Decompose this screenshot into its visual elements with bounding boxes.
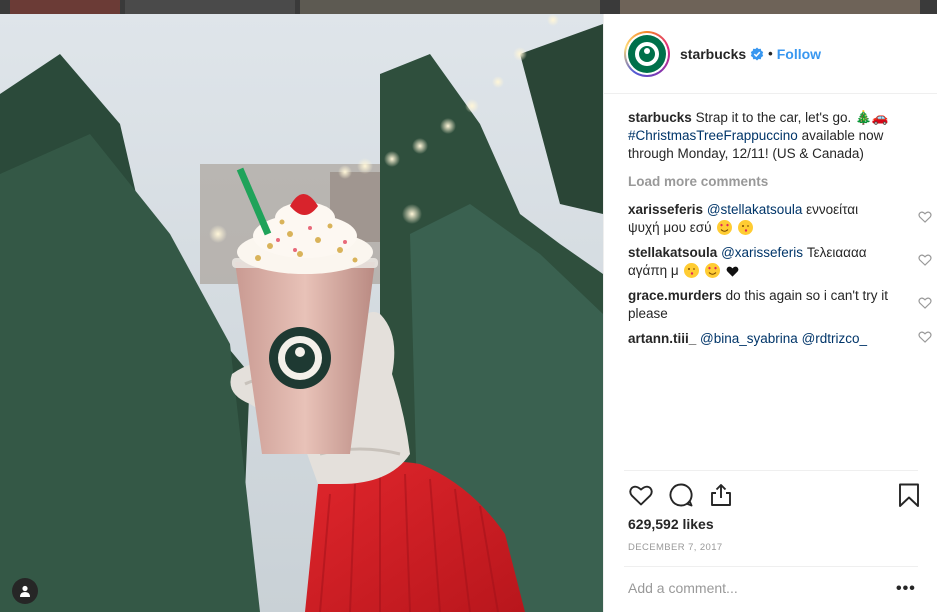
divider bbox=[624, 470, 918, 471]
comment-like-heart-icon[interactable] bbox=[918, 330, 932, 344]
caption-hashtag[interactable]: #ChristmasTreeFrappuccino bbox=[628, 128, 798, 143]
header-username[interactable]: starbucks bbox=[680, 46, 746, 62]
comment-like-heart-icon[interactable] bbox=[918, 253, 932, 267]
starbucks-logo bbox=[628, 34, 666, 73]
comment-like-heart-icon[interactable] bbox=[918, 210, 932, 224]
heart-icon[interactable] bbox=[628, 482, 654, 508]
comments-section: starbucks Strap it to the car, let's go.… bbox=[628, 109, 932, 355]
comment-username[interactable]: stellakatsoula bbox=[628, 245, 717, 260]
comment-mention[interactable]: @bina_syabrina bbox=[700, 331, 798, 346]
comment-item: artann.tiii_ @bina_syabrina @rdtrizco_ bbox=[628, 330, 932, 348]
heart-eyes-emoji-icon bbox=[705, 263, 721, 278]
verified-badge-icon bbox=[750, 47, 764, 60]
comment-bubble-icon[interactable] bbox=[668, 482, 694, 508]
follow-button[interactable]: Follow bbox=[777, 46, 821, 62]
post-date: DECEMBER 7, 2017 bbox=[628, 542, 723, 553]
comment-item: grace.murders do this again so i can't t… bbox=[628, 287, 932, 323]
comment-mention[interactable]: @xarisseferis bbox=[721, 245, 803, 260]
comment-mention[interactable]: @rdtrizco_ bbox=[802, 331, 867, 346]
kissing-emoji-icon bbox=[684, 263, 700, 278]
comment-username[interactable]: xarisseferis bbox=[628, 202, 703, 217]
black-heart-icon bbox=[726, 265, 741, 280]
separator-dot: • bbox=[768, 46, 773, 61]
comment-mention[interactable]: @stellakatsoula bbox=[707, 202, 803, 217]
share-icon[interactable] bbox=[708, 482, 734, 508]
more-options-button[interactable]: ••• bbox=[896, 580, 916, 598]
user-tag-button[interactable] bbox=[12, 578, 38, 604]
comment-item: stellakatsoula @xarisseferis Τελειαααα α… bbox=[628, 244, 932, 280]
background-feed-strip bbox=[0, 0, 937, 14]
comment-item: xarisseferis @stellakatsoula εννοείται ψ… bbox=[628, 201, 932, 237]
heart-eyes-emoji-icon bbox=[717, 220, 733, 235]
comment-username[interactable]: grace.murders bbox=[628, 288, 722, 303]
post-actions bbox=[628, 482, 920, 510]
post-header: starbucks • Follow bbox=[604, 14, 937, 94]
user-tag-icon bbox=[20, 585, 30, 597]
post-sidebar: starbucks • Follow starbucks Strap it to… bbox=[603, 14, 937, 612]
caption-text: Strap it to the car, let's go. 🎄🚗 bbox=[695, 110, 889, 125]
divider bbox=[624, 566, 918, 567]
load-more-comments-button[interactable]: Load more comments bbox=[628, 173, 918, 191]
bookmark-icon[interactable] bbox=[896, 482, 922, 508]
post-photo[interactable] bbox=[0, 14, 603, 612]
add-comment-input[interactable] bbox=[628, 580, 868, 596]
caption: starbucks Strap it to the car, let's go.… bbox=[628, 109, 918, 163]
comment-username[interactable]: artann.tiii_ bbox=[628, 331, 696, 346]
avatar[interactable] bbox=[624, 30, 670, 77]
caption-username[interactable]: starbucks bbox=[628, 110, 692, 125]
comment-like-heart-icon[interactable] bbox=[918, 296, 932, 310]
likes-count[interactable]: 629,592 likes bbox=[628, 516, 714, 532]
kissing-emoji-icon bbox=[738, 220, 754, 235]
